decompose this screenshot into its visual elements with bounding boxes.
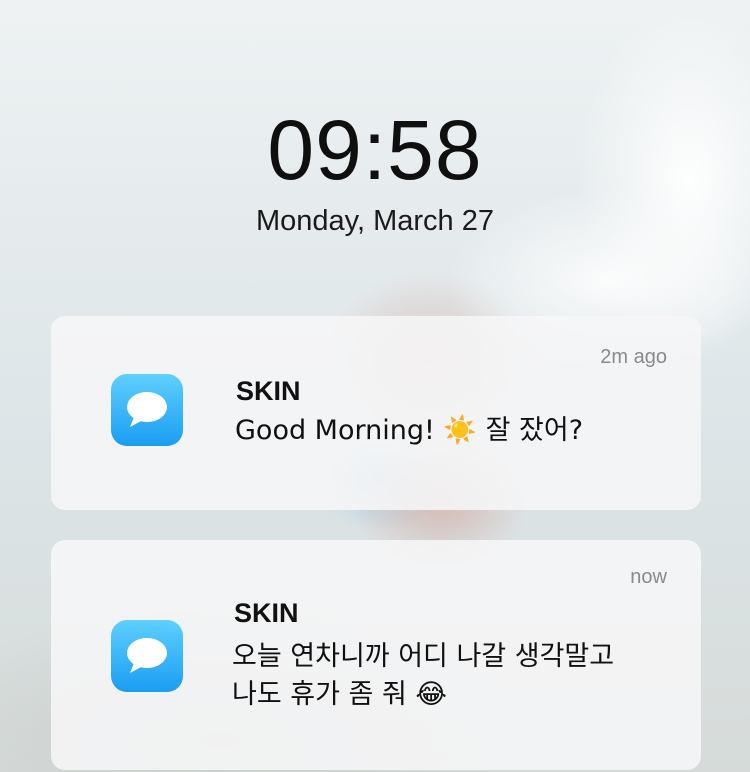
lockscreen-date: Monday, March 27 xyxy=(255,205,495,237)
notification-message: Good Morning! ☀️ 잘 잤어? xyxy=(235,412,583,450)
notification-message: 오늘 연차니까 어디 나갈 생각말고 나도 휴가 좀 줘 😂 xyxy=(232,638,614,714)
notification-card[interactable]: 2m ago SKIN Good Morning! ☀️ 잘 잤어? xyxy=(51,316,701,510)
notification-card[interactable]: now SKIN 오늘 연차니까 어디 나갈 생각말고 나도 휴가 좀 줘 😂 xyxy=(51,540,701,770)
message-line: Good Morning! ☀️ 잘 잤어? xyxy=(235,415,584,446)
messages-bubble-icon xyxy=(111,620,183,692)
notification-time: now xyxy=(630,566,667,588)
message-line: 나도 휴가 좀 줘 😂 xyxy=(232,679,447,710)
notification-sender: SKIN xyxy=(236,376,301,406)
messages-bubble-icon xyxy=(111,374,183,446)
notification-sender: SKIN xyxy=(234,598,299,628)
lockscreen-clock: 09:58 xyxy=(267,103,483,197)
message-line: 오늘 연차니까 어디 나갈 생각말고 xyxy=(232,641,615,672)
notification-time: 2m ago xyxy=(600,346,667,368)
